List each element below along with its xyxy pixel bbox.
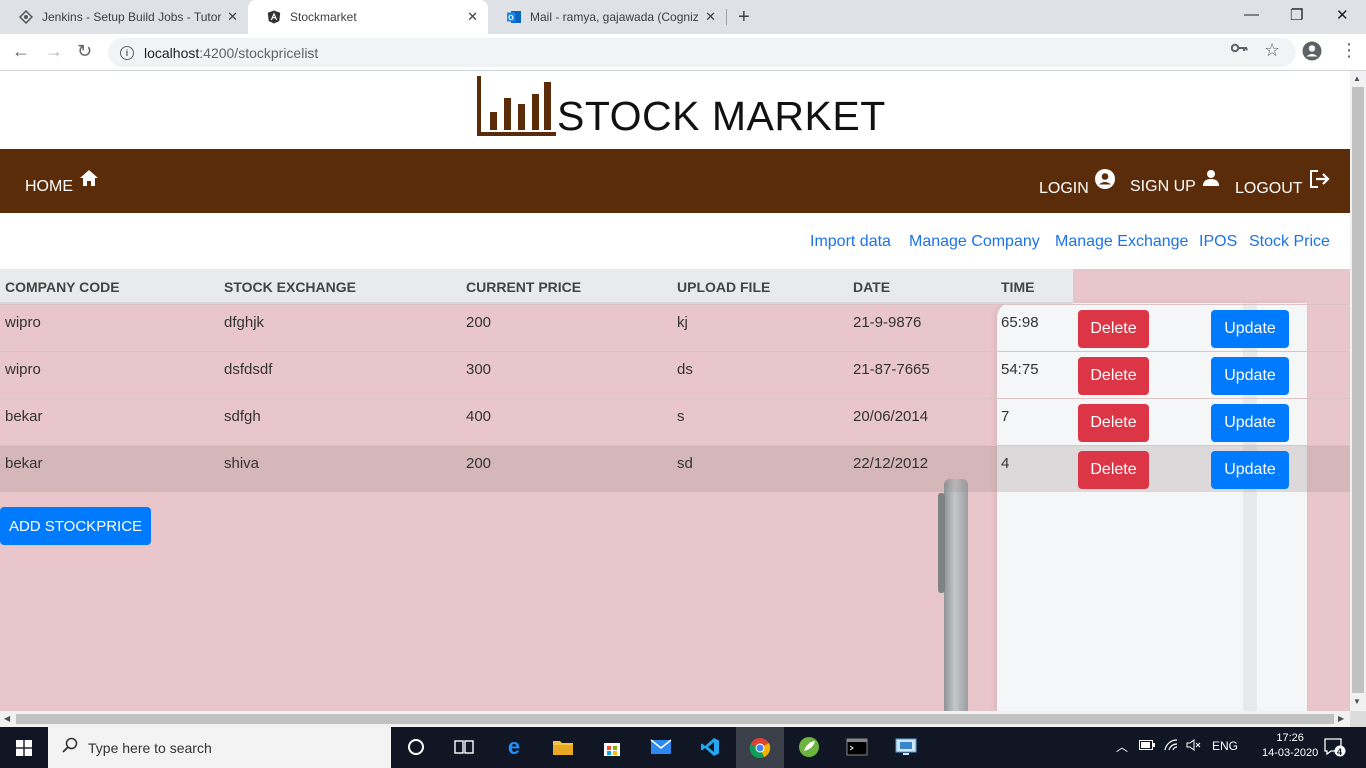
main-navbar: HOME LOGIN SIGN UP LOGOUT (0, 149, 1350, 213)
spring-tool-icon[interactable] (795, 733, 823, 761)
file-explorer-icon[interactable] (549, 733, 577, 761)
browser-tab-bar: Jenkins - Setup Build Jobs - Tutor ✕ Sto… (0, 0, 1366, 34)
page-viewport: STOCK MARKET HOME LOGIN SIGN UP LOGOUT I… (0, 71, 1350, 711)
language-indicator[interactable]: ENG (1212, 739, 1238, 753)
sub-navbar: Import data Manage Company Manage Exchan… (0, 213, 1350, 269)
tab-stockmarket[interactable]: Stockmarket ✕ (248, 0, 488, 34)
brand-title: STOCK MARKET (557, 93, 886, 139)
tray-chevron-up-icon[interactable]: ︿ (1116, 738, 1128, 755)
forward-icon[interactable]: → (45, 41, 63, 62)
tab-mail[interactable]: O Mail - ramya, gajawada (Cognizan ✕ (488, 0, 726, 34)
close-window-icon[interactable]: ✕ (1336, 6, 1349, 24)
link-stock-price[interactable]: Stock Price (1249, 233, 1330, 251)
info-icon[interactable]: i (120, 45, 134, 60)
nav-signup[interactable]: SIGN UP (1130, 170, 1220, 196)
battery-icon[interactable] (1139, 739, 1155, 753)
edge-browser-icon[interactable]: e (500, 733, 528, 761)
mail-icon[interactable] (647, 733, 675, 761)
volume-muted-icon[interactable] (1186, 739, 1202, 754)
update-button[interactable]: Update (1211, 451, 1289, 489)
menu-kebab-icon[interactable]: ⋮ (1340, 40, 1358, 61)
vscode-icon[interactable] (696, 733, 724, 761)
chrome-icon[interactable] (736, 727, 784, 768)
delete-button[interactable]: Delete (1078, 357, 1149, 395)
bar-chart-logo-icon (477, 76, 556, 136)
table-row: wipro dsfdsdf 300 ds 21-87-7665 54:75 De… (0, 351, 1350, 398)
scroll-down-icon[interactable]: ▼ (1353, 697, 1361, 706)
table-row: bekar sdfgh 400 s 20/06/2014 7 Delete Up… (0, 398, 1350, 445)
person-icon (1202, 169, 1220, 192)
update-button[interactable]: Update (1211, 357, 1289, 395)
outlook-icon: O (506, 9, 522, 25)
horizontal-scrollbar[interactable]: ◀ ▶ (0, 711, 1350, 727)
jenkins-icon (18, 9, 34, 25)
key-icon[interactable] (1230, 41, 1249, 58)
table-header: COMPANY CODE STOCK EXCHANGE CURRENT PRIC… (0, 269, 1073, 304)
delete-button[interactable]: Delete (1078, 404, 1149, 442)
vertical-scroll-thumb[interactable] (1352, 87, 1364, 693)
scroll-left-icon[interactable]: ◀ (4, 714, 10, 723)
link-manage-company[interactable]: Manage Company (909, 233, 1040, 251)
nav-logout[interactable]: LOGOUT (1235, 170, 1331, 198)
restore-icon[interactable]: ❐ (1290, 6, 1303, 24)
nav-login[interactable]: LOGIN (1039, 169, 1115, 198)
notification-count-badge: 4 (1337, 747, 1343, 757)
profile-icon[interactable] (1302, 41, 1322, 65)
bookmark-star-icon[interactable]: ☆ (1264, 40, 1280, 61)
account-circle-icon (1094, 169, 1115, 194)
update-button[interactable]: Update (1211, 310, 1289, 348)
task-view-icon[interactable] (450, 733, 478, 761)
delete-button[interactable]: Delete (1078, 310, 1149, 348)
search-icon (62, 737, 78, 758)
tab-jenkins[interactable]: Jenkins - Setup Build Jobs - Tutor ✕ (0, 0, 248, 34)
taskbar-search-input[interactable]: Type here to search (48, 727, 391, 768)
cortana-icon[interactable] (402, 733, 430, 761)
address-bar: ← → ↻ i localhost:4200/stockpricelist (0, 34, 1366, 71)
new-tab-button[interactable]: + (738, 6, 750, 29)
store-icon[interactable] (598, 733, 626, 761)
wifi-icon[interactable] (1164, 739, 1178, 754)
background-pen-image (938, 479, 968, 711)
scroll-right-icon[interactable]: ▶ (1338, 714, 1344, 723)
taskbar-clock[interactable]: 17:26 14-03-2020 (1262, 731, 1318, 761)
horizontal-scroll-thumb[interactable] (16, 714, 1334, 724)
url-input[interactable]: i localhost:4200/stockpricelist (108, 38, 1296, 67)
reload-icon[interactable]: ↻ (77, 41, 92, 62)
logout-icon (1309, 169, 1331, 194)
link-import-data[interactable]: Import data (810, 233, 891, 251)
table-row: bekar shiva 200 sd 22/12/2012 4 Delete U… (0, 445, 1350, 492)
windows-taskbar: Type here to search e ︿ ENG 17:26 14-03-… (0, 727, 1366, 768)
command-prompt-icon[interactable] (843, 733, 871, 761)
back-icon[interactable]: ← (12, 41, 30, 62)
close-tab-icon[interactable]: ✕ (227, 9, 238, 25)
nav-home[interactable]: HOME (25, 170, 99, 196)
close-tab-icon[interactable]: ✕ (705, 9, 716, 25)
windows-start-icon[interactable] (0, 727, 48, 768)
svg-text:O: O (508, 15, 514, 22)
scroll-up-icon[interactable]: ▲ (1353, 74, 1361, 83)
delete-button[interactable]: Delete (1078, 451, 1149, 489)
close-tab-icon[interactable]: ✕ (467, 9, 478, 25)
vertical-scrollbar[interactable]: ▲ ▼ (1350, 71, 1366, 711)
remote-desktop-icon[interactable] (892, 733, 920, 761)
update-button[interactable]: Update (1211, 404, 1289, 442)
add-stockprice-button[interactable]: ADD STOCKPRICE (0, 507, 151, 545)
site-header: STOCK MARKET (0, 71, 1350, 149)
notification-center-icon[interactable] (1324, 737, 1346, 760)
table-row: wipro dfghjk 200 kj 21-9-9876 65:98 Dele… (0, 304, 1350, 351)
link-ipos[interactable]: IPOS (1199, 233, 1237, 251)
home-icon (79, 169, 99, 192)
angular-icon (266, 9, 282, 25)
minimize-icon[interactable]: — (1244, 6, 1259, 23)
link-manage-exchange[interactable]: Manage Exchange (1055, 233, 1188, 251)
